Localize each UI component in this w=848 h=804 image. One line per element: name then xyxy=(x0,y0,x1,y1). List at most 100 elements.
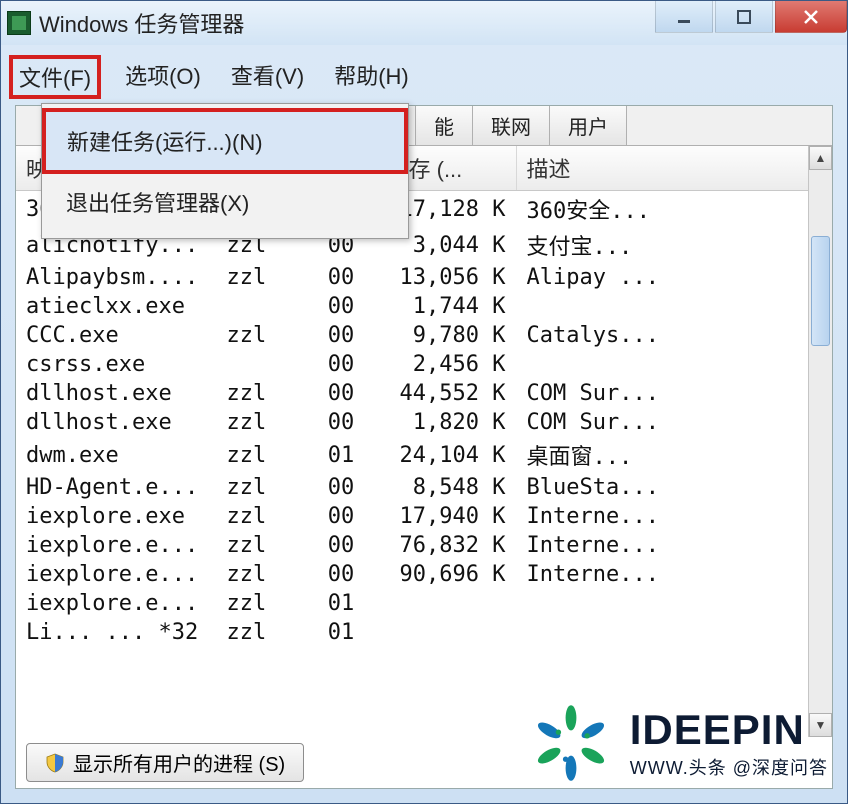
process-cpu: 00 xyxy=(306,473,376,502)
process-desc: COM Sur... xyxy=(516,379,832,408)
process-user: zzl xyxy=(216,560,306,589)
process-name: iexplore.e... xyxy=(16,589,216,618)
process-cpu: 00 xyxy=(306,531,376,560)
process-desc: Interne... xyxy=(516,560,832,589)
table-row[interactable]: iexplore.e...zzl0090,696 KInterne... xyxy=(16,560,832,589)
process-memory: 17,940 K xyxy=(376,502,516,531)
process-user: zzl xyxy=(216,321,306,350)
watermark-logo-icon xyxy=(526,698,616,788)
col-description[interactable]: 描述 xyxy=(516,146,832,191)
watermark-brand: IDEEPIN xyxy=(630,706,805,754)
close-button[interactable] xyxy=(775,1,847,33)
maximize-icon xyxy=(736,9,752,25)
process-desc: 360安全... xyxy=(516,191,832,228)
titlebar[interactable]: Windows 任务管理器 xyxy=(1,1,847,45)
process-cpu: 00 xyxy=(306,350,376,379)
process-name: csrss.exe xyxy=(16,350,216,379)
process-memory: 24,104 K xyxy=(376,437,516,473)
table-row[interactable]: Alipaybsm....zzl0013,056 KAlipay ... xyxy=(16,263,832,292)
scrollbar-vertical[interactable]: ▲ ▼ xyxy=(808,146,832,737)
table-row[interactable]: CCC.exezzl009,780 KCatalys... xyxy=(16,321,832,350)
process-cpu: 01 xyxy=(306,589,376,618)
process-desc: Interne... xyxy=(516,502,832,531)
process-name: HD-Agent.e... xyxy=(16,473,216,502)
show-all-users-button[interactable]: 显示所有用户的进程 (S) xyxy=(26,743,304,782)
menu-help[interactable]: 帮助(H) xyxy=(328,55,415,99)
table-row[interactable]: dllhost.exezzl001,820 KCOM Sur... xyxy=(16,408,832,437)
tab-networking[interactable]: 联网 xyxy=(473,106,550,145)
table-row[interactable]: HD-Agent.e...zzl008,548 KBlueSta... xyxy=(16,473,832,502)
process-desc xyxy=(516,292,832,321)
close-icon xyxy=(802,8,820,26)
process-cpu: 00 xyxy=(306,560,376,589)
table-row[interactable]: iexplore.e...zzl0076,832 KInterne... xyxy=(16,531,832,560)
shield-icon xyxy=(45,753,65,773)
process-desc: COM Sur... xyxy=(516,408,832,437)
watermark-attribution: WWW.头条 @深度问答 xyxy=(630,754,828,780)
table-row[interactable]: dwm.exezzl0124,104 K桌面窗... xyxy=(16,437,832,473)
process-name: iexplore.e... xyxy=(16,531,216,560)
file-dropdown-menu: 新建任务(运行...)(N) 退出任务管理器(X) xyxy=(41,103,409,239)
process-name: Alipaybsm.... xyxy=(16,263,216,292)
process-cpu: 01 xyxy=(306,618,376,647)
process-name: dllhost.exe xyxy=(16,379,216,408)
maximize-button[interactable] xyxy=(715,1,773,33)
scroll-thumb[interactable] xyxy=(811,236,830,346)
minimize-button[interactable] xyxy=(655,1,713,33)
app-icon xyxy=(7,11,31,35)
watermark: IDEEPIN WWW.头条 @深度问答 xyxy=(526,698,828,788)
show-all-users-label: 显示所有用户的进程 (S) xyxy=(73,748,285,777)
process-name: dllhost.exe xyxy=(16,408,216,437)
process-desc xyxy=(516,618,832,647)
process-user: zzl xyxy=(216,531,306,560)
table-row[interactable]: dllhost.exezzl0044,552 KCOM Sur... xyxy=(16,379,832,408)
process-name: iexplore.exe xyxy=(16,502,216,531)
process-cpu: 00 xyxy=(306,321,376,350)
process-user: zzl xyxy=(216,473,306,502)
process-memory: 1,820 K xyxy=(376,408,516,437)
table-row[interactable]: csrss.exe 002,456 K xyxy=(16,350,832,379)
process-user: zzl xyxy=(216,408,306,437)
process-cpu: 00 xyxy=(306,263,376,292)
process-desc: 桌面窗... xyxy=(516,437,832,473)
process-user: zzl xyxy=(216,502,306,531)
process-user: zzl xyxy=(216,589,306,618)
process-desc: 支付宝... xyxy=(516,227,832,263)
menu-file[interactable]: 文件(F) xyxy=(9,55,101,99)
table-row[interactable]: atieclxx.exe001,744 K xyxy=(16,292,832,321)
menubar: 文件(F) 选项(O) 查看(V) 帮助(H) xyxy=(1,45,847,105)
process-cpu: 00 xyxy=(306,502,376,531)
process-memory: 76,832 K xyxy=(376,531,516,560)
tab-performance-partial[interactable]: 能 xyxy=(416,106,473,145)
process-memory: 2,456 K xyxy=(376,350,516,379)
process-desc: BlueSta... xyxy=(516,473,832,502)
process-user: zzl xyxy=(216,618,306,647)
process-name: dwm.exe xyxy=(16,437,216,473)
process-user xyxy=(216,292,306,321)
process-name: Li... ... *32 xyxy=(16,618,216,647)
menu-options[interactable]: 选项(O) xyxy=(119,55,207,99)
process-desc: Alipay ... xyxy=(516,263,832,292)
menu-item-new-task[interactable]: 新建任务(运行...)(N) xyxy=(44,110,406,172)
tab-users[interactable]: 用户 xyxy=(550,106,627,145)
process-name: CCC.exe xyxy=(16,321,216,350)
process-name: atieclxx.exe xyxy=(16,292,216,321)
process-cpu: 00 xyxy=(306,408,376,437)
process-memory: 44,552 K xyxy=(376,379,516,408)
process-memory: 90,696 K xyxy=(376,560,516,589)
process-user: zzl xyxy=(216,263,306,292)
table-row[interactable]: iexplore.e...zzl01 xyxy=(16,589,832,618)
process-name: iexplore.e... xyxy=(16,560,216,589)
minimize-icon xyxy=(676,9,692,25)
menu-view[interactable]: 查看(V) xyxy=(225,55,310,99)
process-desc: Interne... xyxy=(516,531,832,560)
menu-item-exit[interactable]: 退出任务管理器(X) xyxy=(44,172,406,232)
process-memory xyxy=(376,589,516,618)
process-memory: 8,548 K xyxy=(376,473,516,502)
process-user xyxy=(216,350,306,379)
scroll-up-button[interactable]: ▲ xyxy=(809,146,832,170)
process-desc: Catalys... xyxy=(516,321,832,350)
table-row[interactable]: iexplore.exezzl0017,940 KInterne... xyxy=(16,502,832,531)
table-row[interactable]: Li... ... *32zzl01 xyxy=(16,618,832,647)
process-cpu: 00 xyxy=(306,292,376,321)
